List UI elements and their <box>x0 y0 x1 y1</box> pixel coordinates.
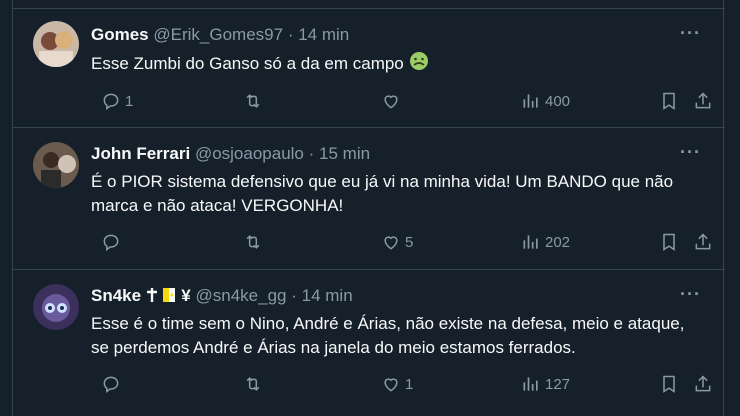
retweet-icon <box>246 94 260 108</box>
tweet-actions: 5 202 <box>91 232 711 256</box>
display-name[interactable]: Sn4ke <box>91 286 141 305</box>
avatar[interactable] <box>33 21 79 67</box>
share-button[interactable] <box>693 232 713 252</box>
tweet[interactable]: Gomes @Erik_Gomes97 · 14 min ··· Esse Zu… <box>13 8 725 128</box>
user-handle[interactable]: @Erik_Gomes97 <box>153 25 283 44</box>
display-name[interactable]: John Ferrari <box>91 144 190 163</box>
views-count: 127 <box>545 375 571 393</box>
tweet[interactable]: John Ferrari @osjoaopaulo · 15 min ··· É… <box>13 128 725 270</box>
views-count: 400 <box>545 92 571 110</box>
heart-icon <box>384 95 398 109</box>
reply-icon <box>103 376 119 393</box>
separator: · <box>291 286 297 305</box>
like-button[interactable] <box>381 91 405 111</box>
tweet-text: Esse Zumbi do Ganso só a da em campo <box>91 51 701 78</box>
separator: · <box>308 144 315 163</box>
reply-count: 1 <box>125 92 134 110</box>
more-options-icon[interactable]: ··· <box>680 284 701 305</box>
views-count: 202 <box>545 233 571 251</box>
cross-icon <box>146 287 158 308</box>
flag-icon <box>162 287 177 308</box>
tweet[interactable]: Sn4ke ¥ @sn4ke_gg · 14 min ··· Esse é o … <box>13 270 725 416</box>
retweet-button[interactable] <box>243 232 267 252</box>
tweet-header: Gomes @Erik_Gomes97 · 14 min <box>91 25 675 45</box>
nauseated-face-icon <box>409 51 429 78</box>
retweet-icon <box>246 235 260 249</box>
views-button[interactable]: 202 <box>521 232 570 252</box>
timeline: Gomes @Erik_Gomes97 · 14 min ··· Esse Zu… <box>12 0 725 416</box>
timestamp[interactable]: 15 min <box>319 144 370 163</box>
bookmark-button[interactable] <box>659 91 679 111</box>
share-button[interactable] <box>693 91 713 111</box>
tweet-actions: 1 400 <box>91 91 711 115</box>
timestamp[interactable]: 14 min <box>298 25 349 44</box>
retweet-button[interactable] <box>243 374 267 394</box>
user-handle[interactable]: @osjoaopaulo <box>195 144 304 163</box>
tweet-actions: 1 127 <box>91 374 711 398</box>
tweet-text: É o PIOR sistema defensivo que eu já vi … <box>91 172 674 215</box>
tweet-header: Sn4ke ¥ @sn4ke_gg · 14 min <box>91 286 675 308</box>
tweet-text: Esse é o time sem o Nino, André e Árias,… <box>91 314 685 357</box>
views-button[interactable]: 127 <box>521 374 570 394</box>
views-icon <box>523 377 538 391</box>
tweet-text-body: Esse Zumbi do Ganso só a da em campo <box>91 54 404 73</box>
views-icon <box>523 94 538 108</box>
reply-button[interactable] <box>101 232 125 252</box>
retweet-icon <box>246 377 260 391</box>
bookmark-icon <box>663 92 675 110</box>
more-options-icon[interactable]: ··· <box>680 142 701 163</box>
share-icon <box>695 92 711 109</box>
heart-icon <box>384 378 398 392</box>
like-count: 1 <box>405 375 414 393</box>
views-button[interactable]: 400 <box>521 91 570 111</box>
bookmark-icon <box>663 375 675 393</box>
display-name[interactable]: Gomes <box>91 25 149 44</box>
timestamp[interactable]: 14 min <box>302 286 353 305</box>
more-options-icon[interactable]: ··· <box>680 23 701 44</box>
reply-button[interactable]: 1 <box>101 91 133 111</box>
like-button[interactable]: 5 <box>381 232 413 252</box>
display-name-suffix: ¥ <box>181 286 191 305</box>
share-icon <box>695 233 711 250</box>
reply-icon <box>103 234 119 251</box>
tweet-header: John Ferrari @osjoaopaulo · 15 min <box>91 144 675 164</box>
heart-icon <box>384 236 398 250</box>
like-count: 5 <box>405 233 414 251</box>
retweet-button[interactable] <box>243 91 267 111</box>
reply-button[interactable] <box>101 374 125 394</box>
avatar[interactable] <box>33 284 79 330</box>
share-icon <box>695 375 711 392</box>
bookmark-icon <box>663 233 675 251</box>
bookmark-button[interactable] <box>659 374 679 394</box>
share-button[interactable] <box>693 374 713 394</box>
like-button[interactable]: 1 <box>381 374 413 394</box>
bookmark-button[interactable] <box>659 232 679 252</box>
avatar[interactable] <box>33 142 79 188</box>
reply-icon <box>103 93 119 110</box>
views-icon <box>523 235 538 249</box>
separator: · <box>287 25 294 44</box>
user-handle[interactable]: @sn4ke_gg <box>196 286 287 305</box>
